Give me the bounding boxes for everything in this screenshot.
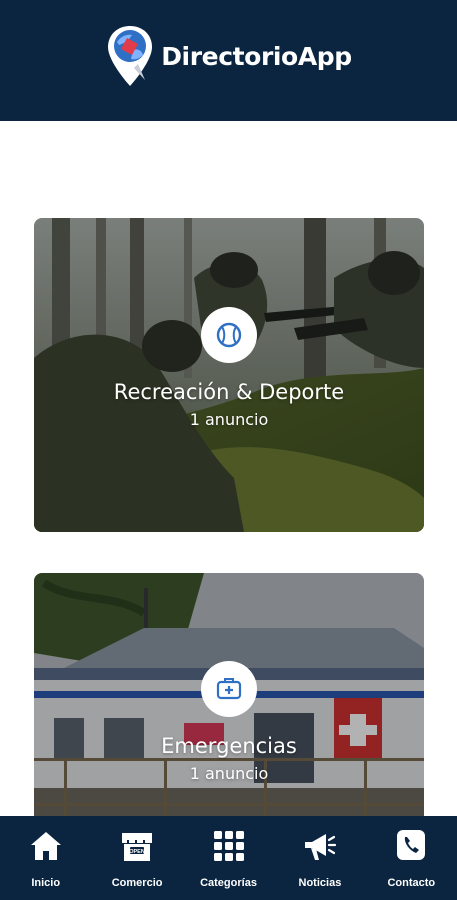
nav-label: Categorías xyxy=(200,877,257,889)
card-count: 1 anuncio xyxy=(189,410,269,429)
app-header: DirectorioApp xyxy=(0,0,457,121)
medical-kit-icon xyxy=(216,678,242,700)
card-content: Recreación & Deporte 1 anuncio xyxy=(34,307,424,429)
grid-icon xyxy=(211,828,247,864)
nav-item-inicio[interactable]: Inicio xyxy=(0,816,91,900)
store-icon: OPEN xyxy=(119,828,155,864)
app-title: DirectorioApp xyxy=(161,42,352,71)
category-card-emergencias[interactable]: Emergencias 1 anuncio xyxy=(34,573,424,833)
card-title: Emergencias xyxy=(161,734,297,758)
card-title: Recreación & Deporte xyxy=(113,380,345,404)
home-icon xyxy=(28,828,64,864)
megaphone-icon xyxy=(302,828,338,864)
card-icon-circle xyxy=(201,661,257,717)
card-content: Emergencias 1 anuncio xyxy=(34,661,424,783)
nav-item-comercio[interactable]: OPEN Comercio xyxy=(91,816,182,900)
phone-icon xyxy=(393,828,429,864)
baseball-icon xyxy=(216,322,242,348)
app-logo[interactable]: DirectorioApp xyxy=(105,24,352,90)
nav-label: Comercio xyxy=(111,877,163,889)
nav-item-contacto[interactable]: Contacto xyxy=(366,816,457,900)
nav-item-noticias[interactable]: Noticias xyxy=(274,816,365,900)
map-pin-globe-icon xyxy=(108,25,153,86)
svg-text:OPEN: OPEN xyxy=(129,849,145,855)
app-screen: DirectorioApp Recreación & Deporte 1 anu… xyxy=(0,0,457,900)
card-icon-circle xyxy=(201,307,257,363)
bottom-navigation: Inicio OPEN Comercio Categorías Noticias… xyxy=(0,816,457,900)
category-card-recreacion[interactable]: Recreación & Deporte 1 anuncio xyxy=(34,218,424,532)
nav-item-categorias[interactable]: Categorías xyxy=(183,816,274,900)
card-count: 1 anuncio xyxy=(189,764,269,783)
nav-label: Noticias xyxy=(298,877,342,889)
nav-label: Inicio xyxy=(31,877,61,889)
nav-label: Contacto xyxy=(387,877,436,889)
